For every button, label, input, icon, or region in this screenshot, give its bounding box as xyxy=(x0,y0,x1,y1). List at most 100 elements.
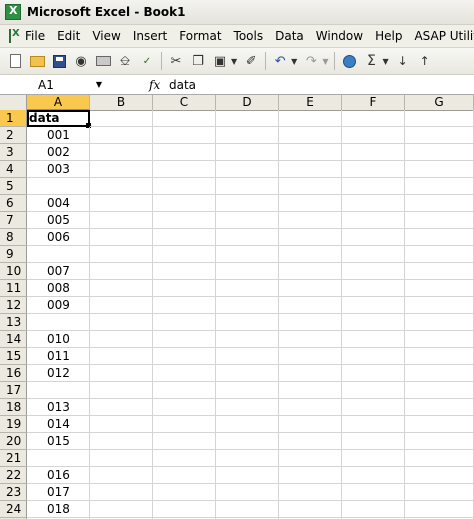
cell-b5[interactable] xyxy=(90,178,153,195)
cell-g9[interactable] xyxy=(405,246,474,263)
column-header-f[interactable]: F xyxy=(342,95,405,110)
cell-f4[interactable] xyxy=(342,161,405,178)
name-box-dropdown[interactable]: ▼ xyxy=(93,80,105,89)
cell-g7[interactable] xyxy=(405,212,474,229)
row-header[interactable]: 14 xyxy=(0,331,27,348)
cell-c12[interactable] xyxy=(153,297,216,314)
open-button[interactable] xyxy=(27,51,47,71)
cell-g18[interactable] xyxy=(405,399,474,416)
cell-d3[interactable] xyxy=(216,144,279,161)
cell-c7[interactable] xyxy=(153,212,216,229)
cell-a13[interactable] xyxy=(27,314,90,331)
cell-f15[interactable] xyxy=(342,348,405,365)
row-header[interactable]: 11 xyxy=(0,280,27,297)
menu-asap-utilities[interactable]: ASAP Utilities xyxy=(408,29,474,43)
cell-g20[interactable] xyxy=(405,433,474,450)
cell-d14[interactable] xyxy=(216,331,279,348)
cell-c11[interactable] xyxy=(153,280,216,297)
cell-f18[interactable] xyxy=(342,399,405,416)
cell-d23[interactable] xyxy=(216,484,279,501)
cell-b22[interactable] xyxy=(90,467,153,484)
row-header[interactable]: 4 xyxy=(0,161,27,178)
redo-button[interactable]: ↷ xyxy=(301,51,321,71)
row-header[interactable]: 5 xyxy=(0,178,27,195)
cell-e10[interactable] xyxy=(279,263,342,280)
undo-dropdown[interactable]: ▼ xyxy=(291,57,297,66)
cell-f19[interactable] xyxy=(342,416,405,433)
cell-d18[interactable] xyxy=(216,399,279,416)
cell-g22[interactable] xyxy=(405,467,474,484)
menu-edit[interactable]: Edit xyxy=(51,29,86,43)
cell-b7[interactable] xyxy=(90,212,153,229)
row-header[interactable]: 20 xyxy=(0,433,27,450)
cell-g12[interactable] xyxy=(405,297,474,314)
name-box[interactable]: A1 xyxy=(2,76,87,93)
cell-b11[interactable] xyxy=(90,280,153,297)
cell-b17[interactable] xyxy=(90,382,153,399)
cell-b20[interactable] xyxy=(90,433,153,450)
cell-e16[interactable] xyxy=(279,365,342,382)
menu-window[interactable]: Window xyxy=(310,29,369,43)
cell-f14[interactable] xyxy=(342,331,405,348)
column-header-b[interactable]: B xyxy=(90,95,153,110)
redo-dropdown[interactable]: ▼ xyxy=(322,57,328,66)
paste-dropdown[interactable]: ▼ xyxy=(231,57,237,66)
formula-input[interactable]: data xyxy=(169,78,196,92)
row-header[interactable]: 22 xyxy=(0,467,27,484)
cell-d15[interactable] xyxy=(216,348,279,365)
cell-b19[interactable] xyxy=(90,416,153,433)
column-header-e[interactable]: E xyxy=(279,95,342,110)
cell-d1[interactable] xyxy=(216,110,279,127)
cell-c18[interactable] xyxy=(153,399,216,416)
cell-d13[interactable] xyxy=(216,314,279,331)
cell-g1[interactable] xyxy=(405,110,474,127)
cell-c16[interactable] xyxy=(153,365,216,382)
cell-c5[interactable] xyxy=(153,178,216,195)
cell-g2[interactable] xyxy=(405,127,474,144)
cell-d5[interactable] xyxy=(216,178,279,195)
cell-b12[interactable] xyxy=(90,297,153,314)
cell-a15[interactable]: 011 xyxy=(27,348,90,365)
cell-f6[interactable] xyxy=(342,195,405,212)
spelling-button[interactable]: ✓ xyxy=(137,51,157,71)
cell-c8[interactable] xyxy=(153,229,216,246)
cell-f2[interactable] xyxy=(342,127,405,144)
new-button[interactable] xyxy=(5,51,25,71)
cell-b1[interactable] xyxy=(90,110,153,127)
cell-g16[interactable] xyxy=(405,365,474,382)
cell-g4[interactable] xyxy=(405,161,474,178)
cell-c6[interactable] xyxy=(153,195,216,212)
menu-insert[interactable]: Insert xyxy=(127,29,173,43)
undo-button[interactable]: ↶ xyxy=(270,51,290,71)
cell-a10[interactable]: 007 xyxy=(27,263,90,280)
print-button[interactable] xyxy=(93,51,113,71)
excel-app-icon[interactable] xyxy=(5,4,21,20)
cell-a2[interactable]: 001 xyxy=(27,127,90,144)
cell-e3[interactable] xyxy=(279,144,342,161)
cell-b18[interactable] xyxy=(90,399,153,416)
row-header[interactable]: 16 xyxy=(0,365,27,382)
workbook-icon[interactable] xyxy=(9,28,20,43)
cell-c21[interactable] xyxy=(153,450,216,467)
paste-button[interactable]: ▣ xyxy=(210,51,230,71)
column-header-c[interactable]: C xyxy=(153,95,216,110)
cell-d12[interactable] xyxy=(216,297,279,314)
cell-f20[interactable] xyxy=(342,433,405,450)
cell-f5[interactable] xyxy=(342,178,405,195)
cell-f3[interactable] xyxy=(342,144,405,161)
cell-e8[interactable] xyxy=(279,229,342,246)
insert-function-icon[interactable]: fx xyxy=(149,78,167,92)
cell-e23[interactable] xyxy=(279,484,342,501)
cell-c14[interactable] xyxy=(153,331,216,348)
cell-a11[interactable]: 008 xyxy=(27,280,90,297)
cell-c4[interactable] xyxy=(153,161,216,178)
cell-a14[interactable]: 010 xyxy=(27,331,90,348)
cell-a19[interactable]: 014 xyxy=(27,416,90,433)
cell-a5[interactable] xyxy=(27,178,90,195)
sort-ascending-button[interactable]: ↓ xyxy=(393,51,413,71)
cell-f8[interactable] xyxy=(342,229,405,246)
cell-b10[interactable] xyxy=(90,263,153,280)
cell-e24[interactable] xyxy=(279,501,342,518)
cell-a16[interactable]: 012 xyxy=(27,365,90,382)
row-header[interactable]: 13 xyxy=(0,314,27,331)
